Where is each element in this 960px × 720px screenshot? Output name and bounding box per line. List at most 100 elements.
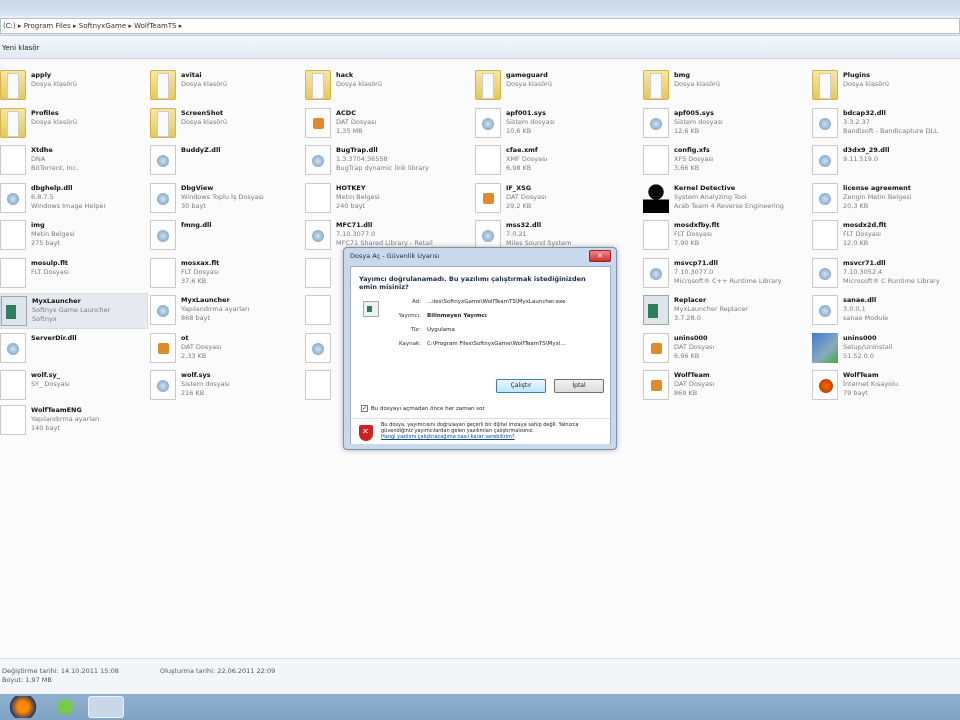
file-detail: Yapılandırma ayarları	[31, 415, 100, 423]
window-title-bar	[0, 0, 960, 16]
file-item[interactable]: bdcap32.dll 3.3.2.37 Bandisoft - Bandicapt…	[812, 106, 960, 142]
file-detail: Metin Belgesi	[336, 193, 380, 201]
file-item[interactable]: img Metin Belgesi 275 bayt	[0, 218, 148, 254]
run-button[interactable]: Çalıştır	[496, 379, 546, 393]
link-icon	[812, 370, 838, 400]
folder-icon	[812, 70, 838, 100]
file-item[interactable]: WolfTeam DAT Dosyası 869 KB	[643, 368, 791, 404]
file-item[interactable]: BugTrap.dll 1.3.3704.36558 BugTrap dynamic…	[305, 143, 453, 179]
file-item[interactable]: BuddyZ.dll	[150, 143, 298, 179]
breadcrumb-item[interactable]: WolfTeamTS	[134, 22, 176, 30]
file-name: WolfTeam	[674, 371, 710, 379]
file-name: license agreement	[843, 184, 911, 192]
file-item[interactable]: unins000 DAT Dosyası 6,96 KB	[643, 331, 791, 367]
new-folder-button[interactable]: Yeni klasör	[2, 44, 39, 52]
file-icon	[305, 258, 331, 288]
file-item[interactable]: fmng.dll	[150, 218, 298, 254]
file-item[interactable]: apf001.sys Sistem dosyası 10,6 KB	[475, 106, 623, 142]
file-item[interactable]: ScreenShot Dosya klasörü	[150, 106, 298, 142]
file-item[interactable]: license agreement Zengin Metin Belgesi 20,…	[812, 181, 960, 217]
file-name: dbghelp.dll	[31, 184, 73, 192]
file-detail: Dosya klasörü	[674, 80, 720, 88]
file-detail: Dosya klasörü	[181, 80, 227, 88]
file-item[interactable]: WolfTeam İnternet Kısayolu 79 bayt	[812, 368, 960, 404]
file-item[interactable]: mosulp.flt FLT Dosyası	[0, 256, 148, 292]
file-item[interactable]: d3dx9_29.dll 9.11.519.0	[812, 143, 960, 179]
file-item[interactable]: Plugins Dosya klasörü	[812, 68, 960, 104]
dll-icon	[0, 333, 26, 363]
file-detail: Bandisoft - Bandicapture DLL	[843, 127, 938, 135]
file-item[interactable]: HOTKEY Metin Belgesi 240 bayt	[305, 181, 453, 217]
always-ask-checkbox[interactable]: ✓ Bu dosyayı açmadan önce her zaman sor	[361, 405, 485, 412]
file-name: gameguard	[506, 71, 548, 79]
file-detail: DNA	[31, 155, 46, 163]
app-taskbar-icon[interactable]	[50, 696, 80, 718]
file-item[interactable]: wolf.sy_ SY_ Dosyası	[0, 368, 148, 404]
modified-date: Değiştirme tarihi: 14.10.2011 15:08	[2, 667, 119, 675]
file-item[interactable]: MyxLauncher Yapılandırma ayarları 868 bayt	[150, 293, 298, 329]
dll-icon	[643, 258, 669, 288]
file-item[interactable]: wolf.sys Sistem dosyası 216 KB	[150, 368, 298, 404]
file-item[interactable]: mosxax.flt FLT Dosyası 37,6 KB	[150, 256, 298, 292]
file-detail: Dosya klasörü	[506, 80, 552, 88]
dll-icon	[305, 220, 331, 250]
file-item[interactable]: DbgView Windows Toplu İş Dosyası 30 bayt	[150, 181, 298, 217]
field-value: C:\Program Files\SoftnyxGame\WolfTeamTS\…	[427, 341, 566, 347]
file-item[interactable]: apply Dosya klasörü	[0, 68, 148, 104]
file-item[interactable]: msvcr71.dll 7.10.3052.4 Microsoft® C Runti…	[812, 256, 960, 292]
file-item[interactable]: mosdx2d.flt FLT Dosyası 12,0 KB	[812, 218, 960, 254]
breadcrumb-item[interactable]: (C:)	[3, 22, 16, 30]
breadcrumb-chevron-icon[interactable]: ▸	[177, 22, 183, 30]
file-detail: 7.10.3077.0	[336, 230, 376, 238]
file-item[interactable]: Replacer MyxLauncher Replacer 3.7.28.0	[643, 293, 791, 329]
close-button[interactable]: ✕	[589, 250, 611, 262]
file-item[interactable]: Kernel Detective System Analyzing Tool Ara…	[643, 181, 791, 217]
file-item[interactable]: cfae.xmf XMF Dosyası 6,98 KB	[475, 143, 623, 179]
address-bar[interactable]: (C:) ▸ Program Files ▸ SoftnyxGame ▸ Wol…	[0, 18, 960, 34]
file-item[interactable]: dbghelp.dll 6.8.7.5 Windows Image Helper	[0, 181, 148, 217]
breadcrumb-chevron-icon[interactable]: ▸	[16, 22, 24, 30]
file-item[interactable]: Xtdhe DNA BitTorrent, Inc.	[0, 143, 148, 179]
setup-icon	[812, 333, 838, 363]
file-detail: MyxLauncher Replacer	[674, 305, 748, 313]
file-item[interactable]: bmg Dosya klasörü	[643, 68, 791, 104]
person-icon	[643, 183, 669, 213]
file-item[interactable]: unins000 Setup/Uninstall 51.52.0.0	[812, 331, 960, 367]
file-detail: System Analyzing Tool	[674, 193, 747, 201]
file-name: unins000	[843, 334, 877, 342]
file-detail: SY_ Dosyası	[31, 380, 70, 388]
dat-icon	[643, 333, 669, 363]
file-detail: 7.0.21	[506, 230, 527, 238]
firefox-taskbar-icon[interactable]	[8, 696, 38, 718]
dll-icon	[475, 108, 501, 138]
file-item[interactable]: ServerDir.dll	[0, 331, 148, 367]
file-detail: 7.10.3052.4	[843, 268, 883, 276]
file-item[interactable]: hack Dosya klasörü	[305, 68, 453, 104]
file-item[interactable]: avitai Dosya klasörü	[150, 68, 298, 104]
file-name: unins000	[674, 334, 708, 342]
file-item[interactable]: ot DAT Dosyası 2,33 KB	[150, 331, 298, 367]
file-item[interactable]: IF_XSG DAT Dosyası 29,2 KB	[475, 181, 623, 217]
help-link[interactable]: Hangi yazılımı çalıştıracağıma nasıl kar…	[381, 434, 515, 440]
file-name: ServerDir.dll	[31, 334, 77, 342]
file-item[interactable]: msvcp71.dll 7.10.3077.0 Microsoft® C++ Run…	[643, 256, 791, 292]
file-item[interactable]: MyxLauncher Softnyx Game Launcher Softnyx	[0, 293, 148, 329]
file-item[interactable]: Profiles Dosya klasörü	[0, 106, 148, 142]
file-item[interactable]: gameguard Dosya klasörü	[475, 68, 623, 104]
file-item[interactable]: sanae.dll 3.0.0.1 sanae Module	[812, 293, 960, 329]
breadcrumb-item[interactable]: Program Files	[24, 22, 71, 30]
file-name: Kernel Detective	[674, 184, 736, 192]
breadcrumb-chevron-icon[interactable]: ▸	[71, 22, 79, 30]
file-item[interactable]: apf005.sys Sistem dosyası 12,6 KB	[643, 106, 791, 142]
file-item[interactable]: ACDC DAT Dosyası 1,35 MB	[305, 106, 453, 142]
file-item[interactable]: mosdxfby.flt FLT Dosyası 7,90 KB	[643, 218, 791, 254]
breadcrumb-chevron-icon[interactable]: ▸	[126, 22, 134, 30]
breadcrumb-item[interactable]: SoftnyxGame	[79, 22, 126, 30]
file-item[interactable]: config.xfs XFS Dosyası 3,66 KB	[643, 143, 791, 179]
file-detail: Softnyx Game Launcher	[32, 306, 111, 314]
cancel-button[interactable]: İptal	[554, 379, 604, 393]
file-item[interactable]: WolfTeamENG Yapılandırma ayarları 140 bayt	[0, 403, 148, 439]
explorer-taskbar-button[interactable]	[88, 696, 124, 718]
file-name: ACDC	[336, 109, 356, 117]
folder-icon	[475, 70, 501, 100]
